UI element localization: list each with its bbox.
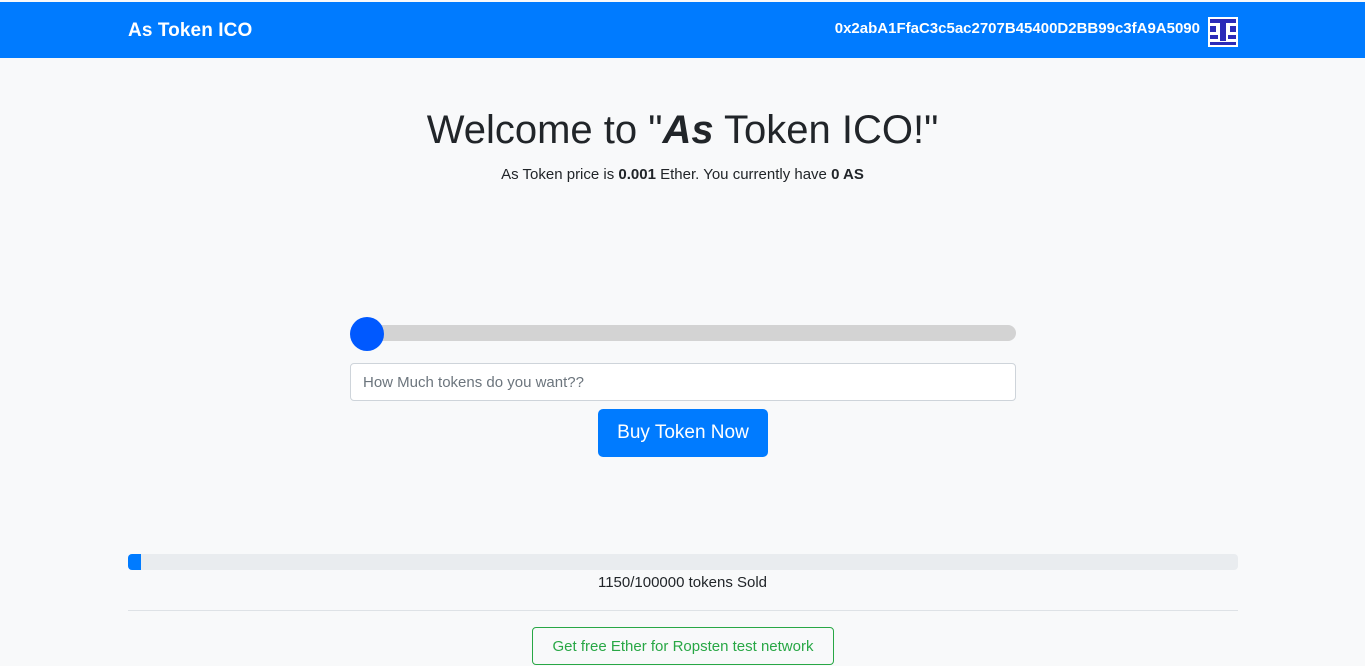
sale-progress bbox=[128, 554, 1238, 570]
sale-progress-bar bbox=[128, 554, 142, 570]
free-ether-button[interactable]: Get free Ether for Ropsten test network bbox=[532, 627, 834, 665]
balance-value: 0 AS bbox=[831, 166, 864, 183]
tokens-sold-text: 1150/100000 tokens Sold bbox=[597, 574, 768, 591]
token-slider-track[interactable] bbox=[350, 325, 1016, 341]
page-title: Welcome to "As Token ICO!" bbox=[426, 108, 939, 152]
divider bbox=[128, 610, 1238, 611]
price-info: As Token price is 0.001 Ether. You curre… bbox=[501, 166, 864, 183]
token-slider-thumb[interactable] bbox=[350, 317, 384, 351]
account-address: 0x2abA1FfaC3c5ac2707B45400D2BB99c3fA9A50… bbox=[834, 20, 1200, 37]
token-amount-input[interactable] bbox=[350, 363, 1016, 401]
price-value: 0.001 bbox=[618, 166, 656, 183]
identicon-avatar bbox=[1208, 17, 1238, 47]
brand-link[interactable]: As Token ICO bbox=[128, 20, 252, 42]
buy-token-button[interactable]: Buy Token Now bbox=[598, 409, 768, 457]
navbar: As Token ICO 0x2abA1FfaC3c5ac2707B45400D… bbox=[0, 2, 1365, 58]
